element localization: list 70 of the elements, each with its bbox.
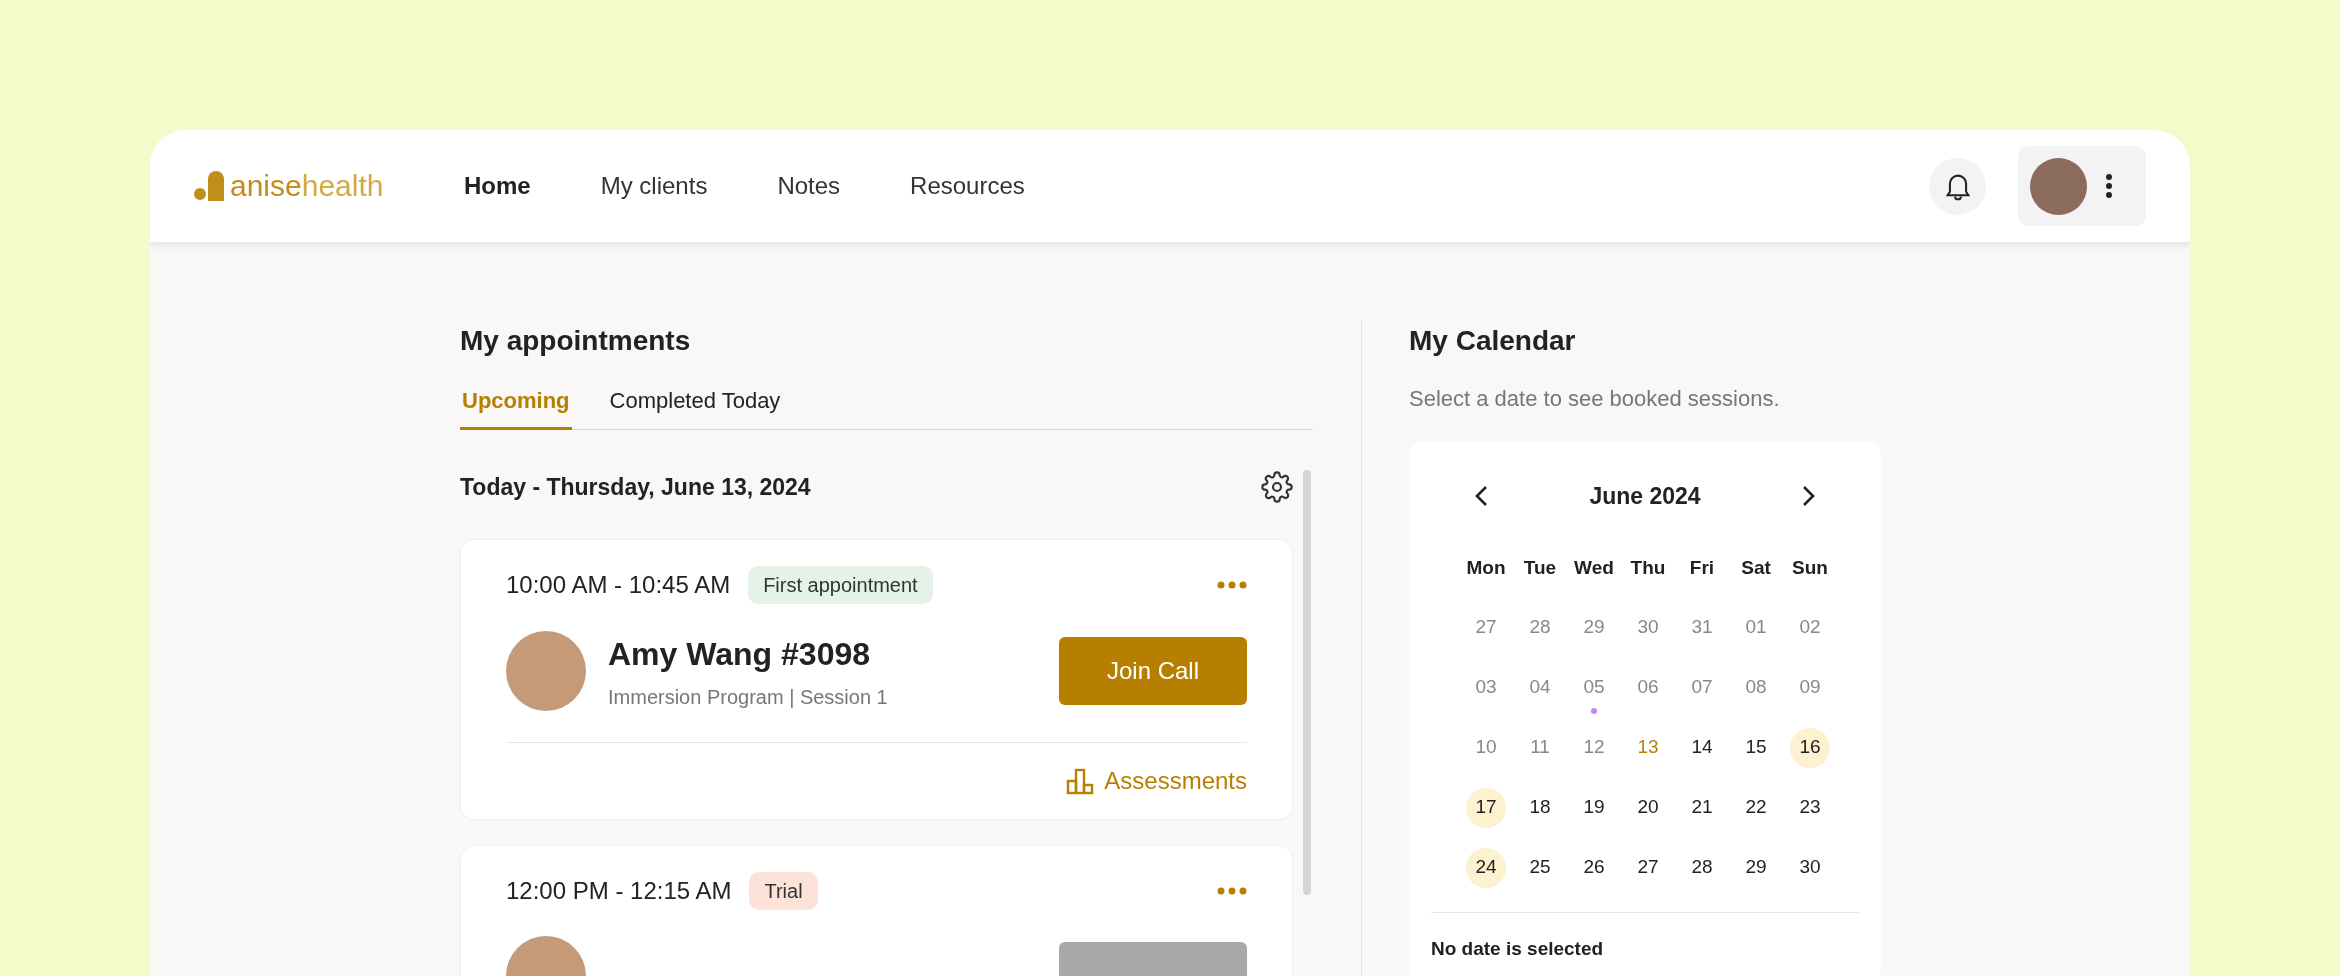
calendar-day[interactable]: 15 [1736, 727, 1776, 768]
weekday-label: Sat [1740, 555, 1772, 580]
calendar-day[interactable]: 12 [1574, 727, 1614, 768]
section-title: My Calendar [1409, 324, 1577, 358]
weekday-label: Thu [1629, 555, 1667, 580]
nav-link[interactable]: My clients [600, 168, 708, 204]
calendar-subtitle: Select a date to see booked sessions. [1409, 385, 1781, 413]
scrollbar[interactable] [1303, 470, 1311, 895]
calendar-day[interactable]: 27 [1466, 607, 1506, 648]
logo-text: anise [230, 169, 302, 202]
vertical-dots-icon [2105, 173, 2113, 199]
calendar-day[interactable]: 07 [1682, 667, 1722, 708]
calendar-day[interactable]: 02 [1790, 607, 1830, 648]
section-title: My appointments [460, 324, 692, 358]
date-heading: Today - Thursday, June 13, 2024 [460, 473, 811, 502]
calendar-day[interactable]: 26 [1574, 847, 1614, 888]
calendar-day[interactable]: 09 [1790, 667, 1830, 708]
calendar-day[interactable]: 30 [1628, 607, 1668, 648]
nav-link[interactable]: Home [464, 168, 531, 204]
appointment-tag: First appointment [748, 565, 933, 604]
appointment-time: 12:00 PM - 12:15 AM [506, 875, 732, 906]
selection-status: No date is selected [1431, 936, 1605, 961]
calendar-day[interactable]: 11 [1520, 727, 1560, 768]
appointment-time: 10:00 AM - 10:45 AM [506, 569, 731, 600]
calendar-day[interactable]: 29 [1574, 607, 1614, 648]
calendar-day[interactable]: 27 [1628, 847, 1668, 888]
logo-mark-icon [194, 171, 226, 201]
calendar-day[interactable]: 01 [1736, 607, 1776, 648]
calendar-day[interactable]: 03 [1466, 667, 1506, 708]
calendar-day[interactable]: 28 [1682, 847, 1722, 888]
nav-link[interactable]: Resources [910, 168, 1025, 204]
weekday-label: Sun [1791, 555, 1829, 580]
tab[interactable]: Completed Today [607, 384, 783, 430]
calendar-day[interactable]: 31 [1682, 607, 1722, 648]
bar-chart-icon [1066, 766, 1095, 795]
profile-menu-button[interactable] [2018, 146, 2146, 226]
weekday-label: Fri [1688, 555, 1716, 580]
logo-text: health [301, 169, 384, 202]
calendar-day[interactable]: 22 [1736, 787, 1776, 828]
calendar-day[interactable]: 23 [1790, 787, 1830, 828]
calendar-day[interactable]: 13 [1628, 727, 1668, 768]
calendar-day[interactable]: 21 [1682, 787, 1722, 828]
calendar-day[interactable]: 06 [1628, 667, 1668, 708]
calendar-day[interactable]: 29 [1736, 847, 1776, 888]
calendar-day[interactable]: 25 [1520, 847, 1560, 888]
appointment-tag: Trial [749, 871, 818, 910]
avatar-placeholder [2030, 157, 2087, 215]
program-label: Immersion Program | Session 1 [608, 684, 888, 710]
more-options-icon[interactable] [1217, 580, 1247, 589]
calendar-day[interactable]: 19 [1574, 787, 1614, 828]
nav-link[interactable]: Notes [777, 168, 841, 204]
calendar-day[interactable]: 16 [1790, 727, 1830, 768]
calendar-day[interactable]: 10 [1466, 727, 1506, 768]
calendar-day[interactable]: 24 [1466, 847, 1506, 888]
calendar-day[interactable]: 28 [1520, 607, 1560, 648]
weekday-label: Wed [1573, 555, 1615, 580]
weekday-label: Mon [1465, 555, 1507, 580]
calendar-day[interactable]: 04 [1520, 667, 1560, 708]
calendar-day[interactable]: 30 [1790, 847, 1830, 888]
calendar-day[interactable]: 18 [1520, 787, 1560, 828]
month-label: June 2024 [1589, 482, 1701, 511]
calendar-day[interactable]: 08 [1736, 667, 1776, 708]
settings-icon[interactable] [1261, 471, 1293, 504]
weekday-label: Tue [1522, 555, 1558, 580]
calendar-day[interactable]: 14 [1682, 727, 1722, 768]
calendar-day[interactable]: 05 [1574, 667, 1614, 708]
client-name: Amy Wang #3098 [608, 634, 872, 674]
calendar-day[interactable]: 17 [1466, 787, 1506, 828]
calendar-day[interactable]: 20 [1628, 787, 1668, 828]
more-options-icon[interactable] [1217, 886, 1247, 895]
